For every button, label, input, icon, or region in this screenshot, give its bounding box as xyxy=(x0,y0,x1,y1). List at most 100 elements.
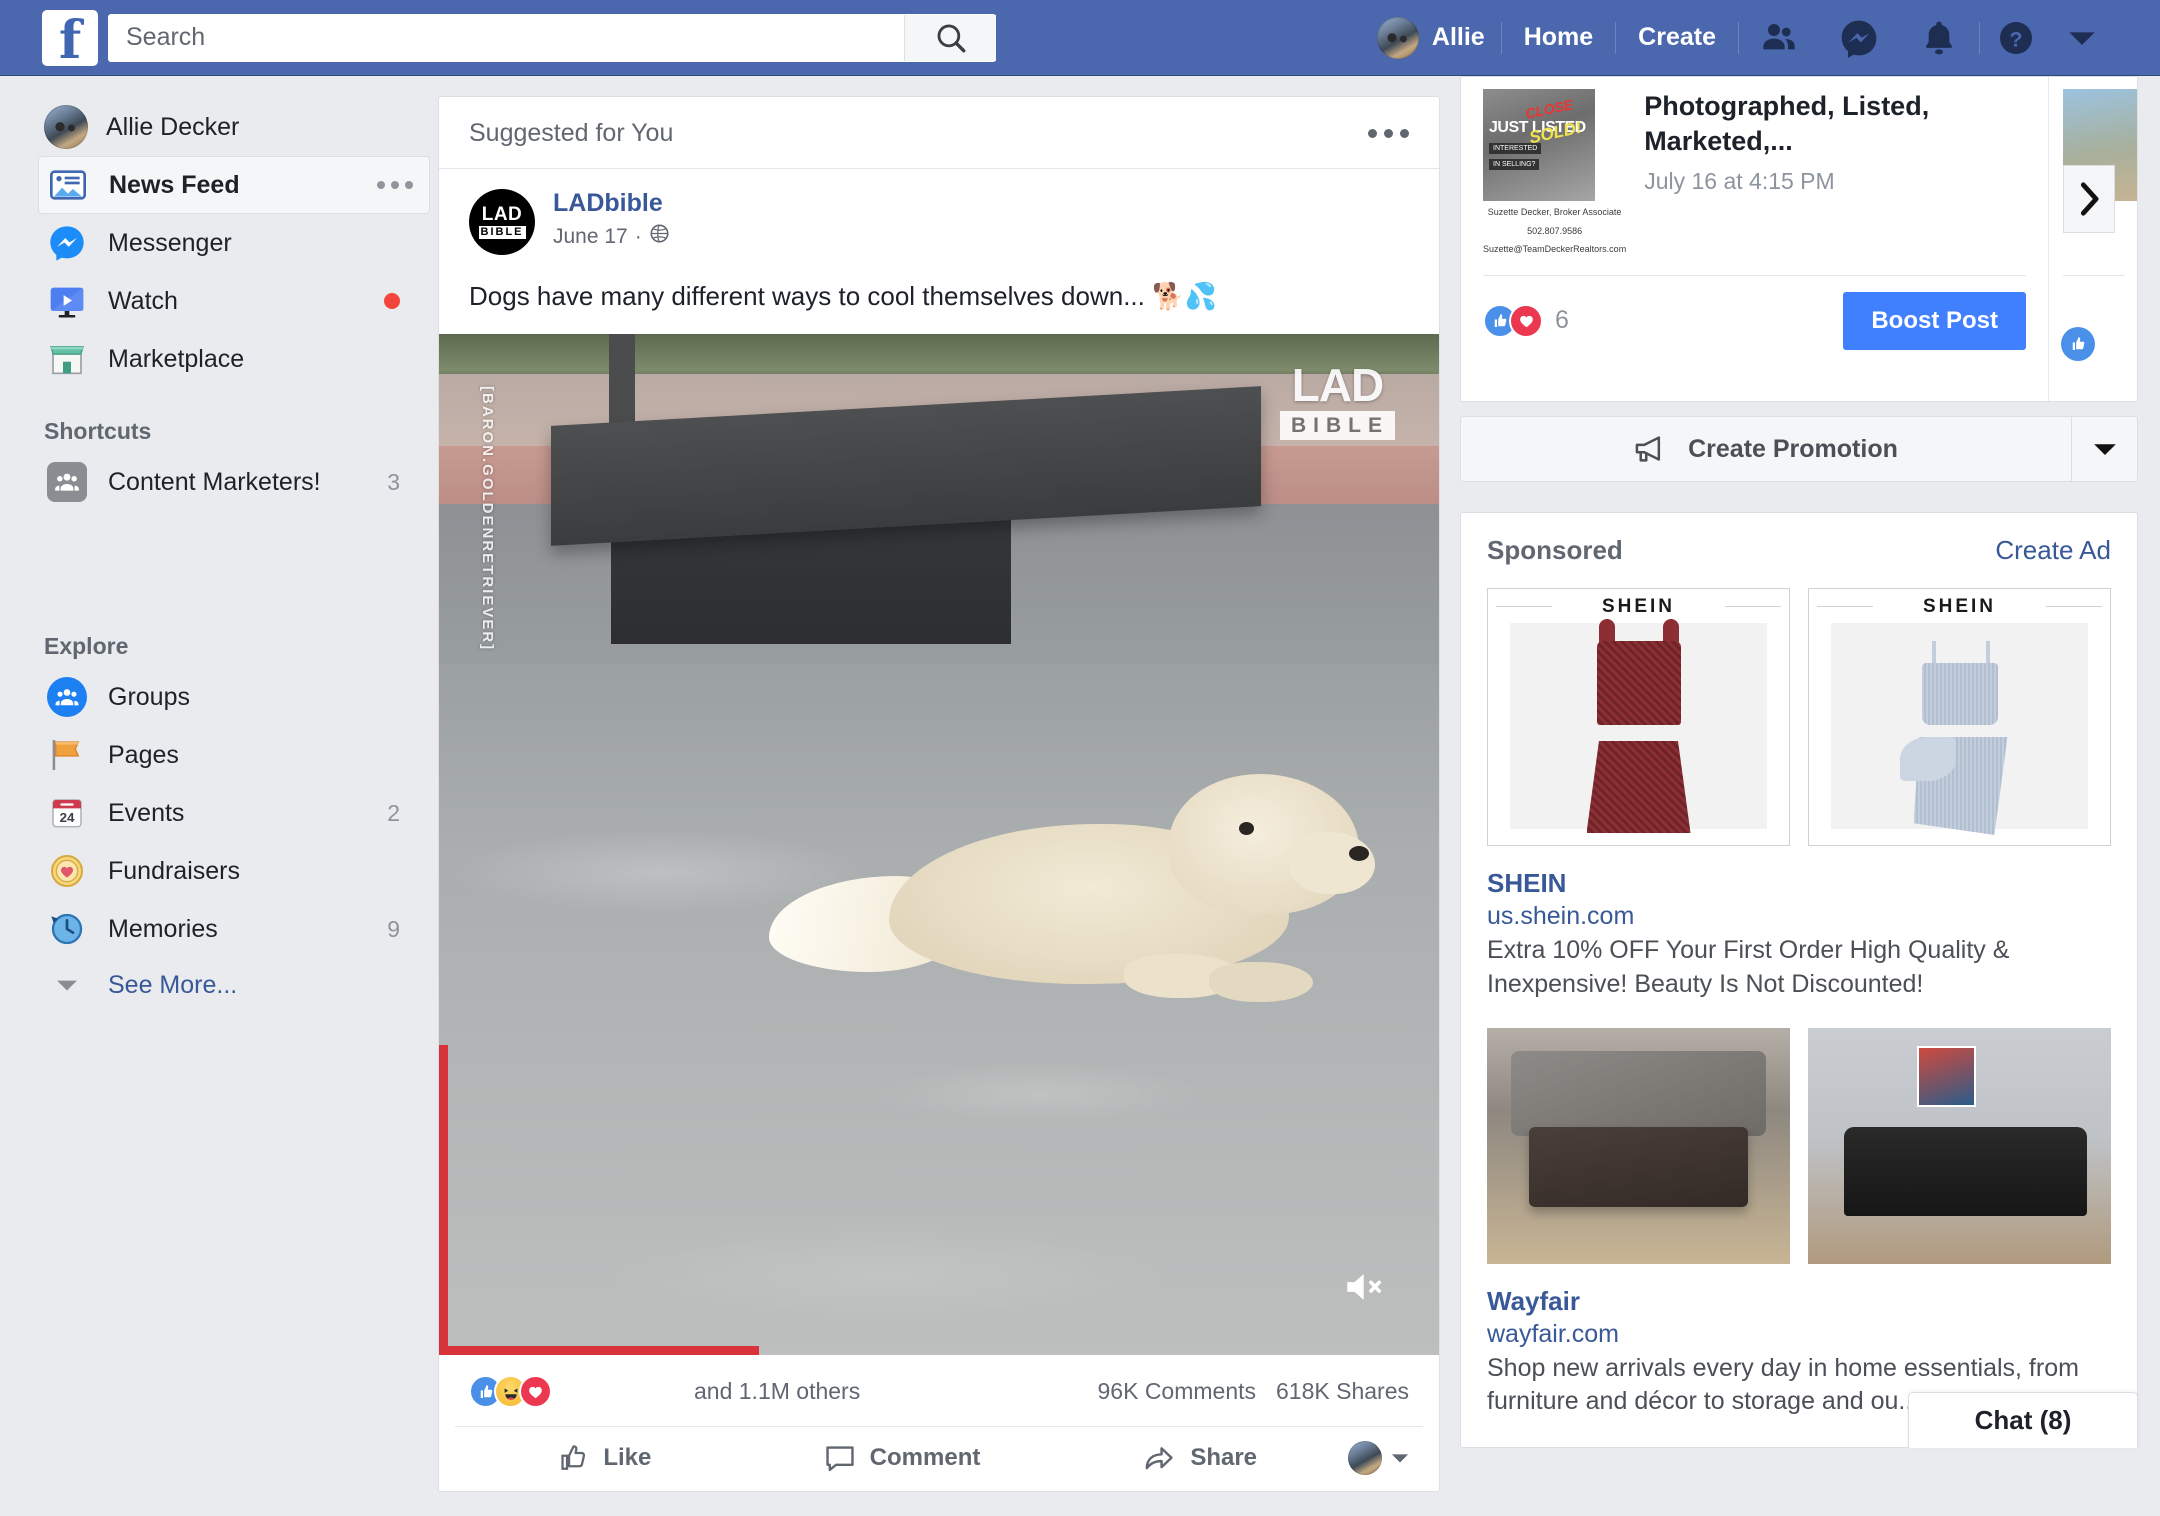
promo-agent-email: Suzette@TeamDeckerRealtors.com xyxy=(1483,244,1627,254)
chat-bar-button[interactable]: Chat (8) xyxy=(1908,1392,2138,1448)
post-date[interactable]: June 17 xyxy=(553,225,628,249)
share-button[interactable]: Share xyxy=(1050,1441,1348,1475)
shein-ad-image-1[interactable]: SHEIN xyxy=(1487,588,1790,846)
comment-as-selector[interactable] xyxy=(1348,1441,1423,1476)
globe-icon[interactable] xyxy=(649,223,670,250)
sidebar-see-more-button[interactable]: See More... xyxy=(44,958,430,1012)
shein-ad-text: SHEIN us.shein.com Extra 10% OFF Your Fi… xyxy=(1487,868,2111,1002)
video-credit-watermark: [BARON.GOLDENRETRIEVER] xyxy=(479,386,496,652)
sidebar-item-memories[interactable]: Memories 9 xyxy=(44,900,430,958)
megaphone-icon xyxy=(1635,436,1661,462)
shein-product-2 xyxy=(1831,623,2088,835)
promo-next-button[interactable] xyxy=(2063,165,2115,233)
like-button[interactable]: Like xyxy=(455,1441,753,1475)
chevron-down-icon xyxy=(44,978,90,992)
sidebar-item-badge: 2 xyxy=(387,799,400,826)
wayfair-ad-image-1[interactable] xyxy=(1487,1027,1790,1264)
nav-home-link[interactable]: Home xyxy=(1502,23,1615,52)
suggested-post-card: Suggested for You LAD BIBLE LADbible Jun… xyxy=(438,96,1440,1493)
avatar xyxy=(1348,1441,1383,1476)
create-promotion-label: Create Promotion xyxy=(1688,434,1898,463)
memories-clock-icon xyxy=(44,906,90,952)
page-avatar[interactable]: LAD BIBLE xyxy=(469,189,535,255)
create-promotion-dropdown[interactable] xyxy=(2071,417,2137,481)
sidebar-profile-name: Allie Decker xyxy=(106,112,240,141)
marketplace-icon xyxy=(44,336,90,382)
nav-create-link[interactable]: Create xyxy=(1616,23,1738,52)
boost-post-button[interactable]: Boost Post xyxy=(1843,291,2026,350)
post-video[interactable]: LAD BIBLE [BARON.GOLDENRETRIEVER] xyxy=(439,334,1439,1356)
shein-ad-brand[interactable]: SHEIN xyxy=(1487,868,2111,899)
promo-top: JUST LISTED CLOSE SOLD! INTERESTED IN SE… xyxy=(1461,77,2048,257)
sidebar-item-watch[interactable]: Watch xyxy=(44,272,430,330)
facebook-logo[interactable]: f xyxy=(42,9,98,66)
meta-separator: · xyxy=(634,224,642,248)
video-progress-bar[interactable] xyxy=(439,1346,759,1356)
sidebar-item-pages[interactable]: Pages xyxy=(44,726,430,784)
post-shares-count[interactable]: 618K Shares xyxy=(1276,1378,1409,1405)
promo-reaction-count: 6 xyxy=(1555,306,1569,334)
sponsored-label: Sponsored xyxy=(1487,535,1623,565)
shein-product-1 xyxy=(1510,619,1767,833)
promo-next-card-peek[interactable] xyxy=(2049,77,2137,401)
sidebar-item-messenger[interactable]: Messenger xyxy=(44,214,430,272)
sidebar-item-groups[interactable]: Groups xyxy=(44,668,430,726)
groups-icon xyxy=(44,674,90,720)
nav-profile-link[interactable]: Allie xyxy=(1361,16,1501,59)
wayfair-ad-image-2[interactable] xyxy=(1808,1027,2111,1264)
search-input[interactable] xyxy=(108,14,904,61)
search-button[interactable] xyxy=(904,14,996,61)
help-button[interactable]: ? xyxy=(1980,18,2052,58)
shein-ad-image-2[interactable]: SHEIN xyxy=(1808,588,2111,846)
promo-main: JUST LISTED CLOSE SOLD! INTERESTED IN SE… xyxy=(1461,77,2049,401)
pages-flag-icon xyxy=(44,732,90,778)
help-icon: ? xyxy=(2000,21,2032,54)
messenger-icon xyxy=(1841,20,1877,58)
create-promotion-button[interactable]: Create Promotion xyxy=(1460,416,2138,482)
group-icon xyxy=(44,459,90,505)
sidebar-item-label: News Feed xyxy=(109,170,240,199)
sidebar-item-fundraisers[interactable]: Fundraisers xyxy=(44,842,430,900)
like-reaction xyxy=(2061,327,2095,361)
shein-ad-url[interactable]: us.shein.com xyxy=(1487,902,2111,931)
video-mute-button[interactable] xyxy=(1343,1267,1391,1307)
sidebar-explore-header: Explore xyxy=(44,633,129,659)
promo-reactions[interactable]: 6 xyxy=(1483,303,1569,338)
promo-close-text: CLOSE xyxy=(1523,96,1575,122)
thumbs-up-icon xyxy=(561,1445,586,1470)
create-ad-link[interactable]: Create Ad xyxy=(1995,535,2111,566)
sidebar-item-content-marketers[interactable]: Content Marketers! 3 xyxy=(44,453,430,511)
sidebar-item-profile[interactable]: Allie Decker xyxy=(44,98,430,156)
create-promotion-main[interactable]: Create Promotion xyxy=(1461,434,2071,464)
sidebar-item-marketplace[interactable]: Marketplace xyxy=(44,330,430,388)
video-watermark: LAD BIBLE xyxy=(1280,362,1395,441)
reaction-others-count[interactable]: and 1.1M others xyxy=(694,1378,860,1405)
post-comments-count[interactable]: 96K Comments xyxy=(1098,1378,1257,1405)
messenger-button[interactable] xyxy=(1819,18,1899,58)
reaction-icons[interactable] xyxy=(469,1375,552,1409)
messenger-icon xyxy=(44,220,90,266)
post-options-icon[interactable] xyxy=(1368,129,1409,138)
promoted-post-card: JUST LISTED CLOSE SOLD! INTERESTED IN SE… xyxy=(1460,76,2138,402)
promo-thumbnail[interactable]: JUST LISTED CLOSE SOLD! INTERESTED IN SE… xyxy=(1483,89,1595,201)
wayfair-ad-brand[interactable]: Wayfair xyxy=(1487,1286,2111,1317)
sidebar-item-label: Groups xyxy=(108,682,190,711)
post-page-name[interactable]: LADbible xyxy=(553,189,670,218)
news-feed-options-icon[interactable] xyxy=(377,181,413,189)
sidebar-item-events[interactable]: 24 Events 2 xyxy=(44,784,430,842)
avatar xyxy=(44,105,88,149)
wayfair-ad-url[interactable]: wayfair.com xyxy=(1487,1320,2111,1349)
notifications-icon xyxy=(1925,21,1953,54)
comment-button[interactable]: Comment xyxy=(753,1441,1051,1475)
suggested-header: Suggested for You xyxy=(439,97,1439,169)
post-actions-row: Like Comment Share xyxy=(455,1426,1423,1491)
dress-blue xyxy=(1899,641,2020,841)
friend-requests-button[interactable] xyxy=(1739,18,1819,58)
post-text: Dogs have many different ways to cool th… xyxy=(469,281,1217,311)
account-menu-button[interactable] xyxy=(2052,28,2112,48)
notifications-button[interactable] xyxy=(1899,18,1979,58)
promo-title[interactable]: Photographed, Listed, Marketed,... xyxy=(1644,89,2026,158)
nav-profile-name: Allie xyxy=(1431,23,1485,51)
sidebar-item-news-feed[interactable]: News Feed xyxy=(38,156,430,214)
